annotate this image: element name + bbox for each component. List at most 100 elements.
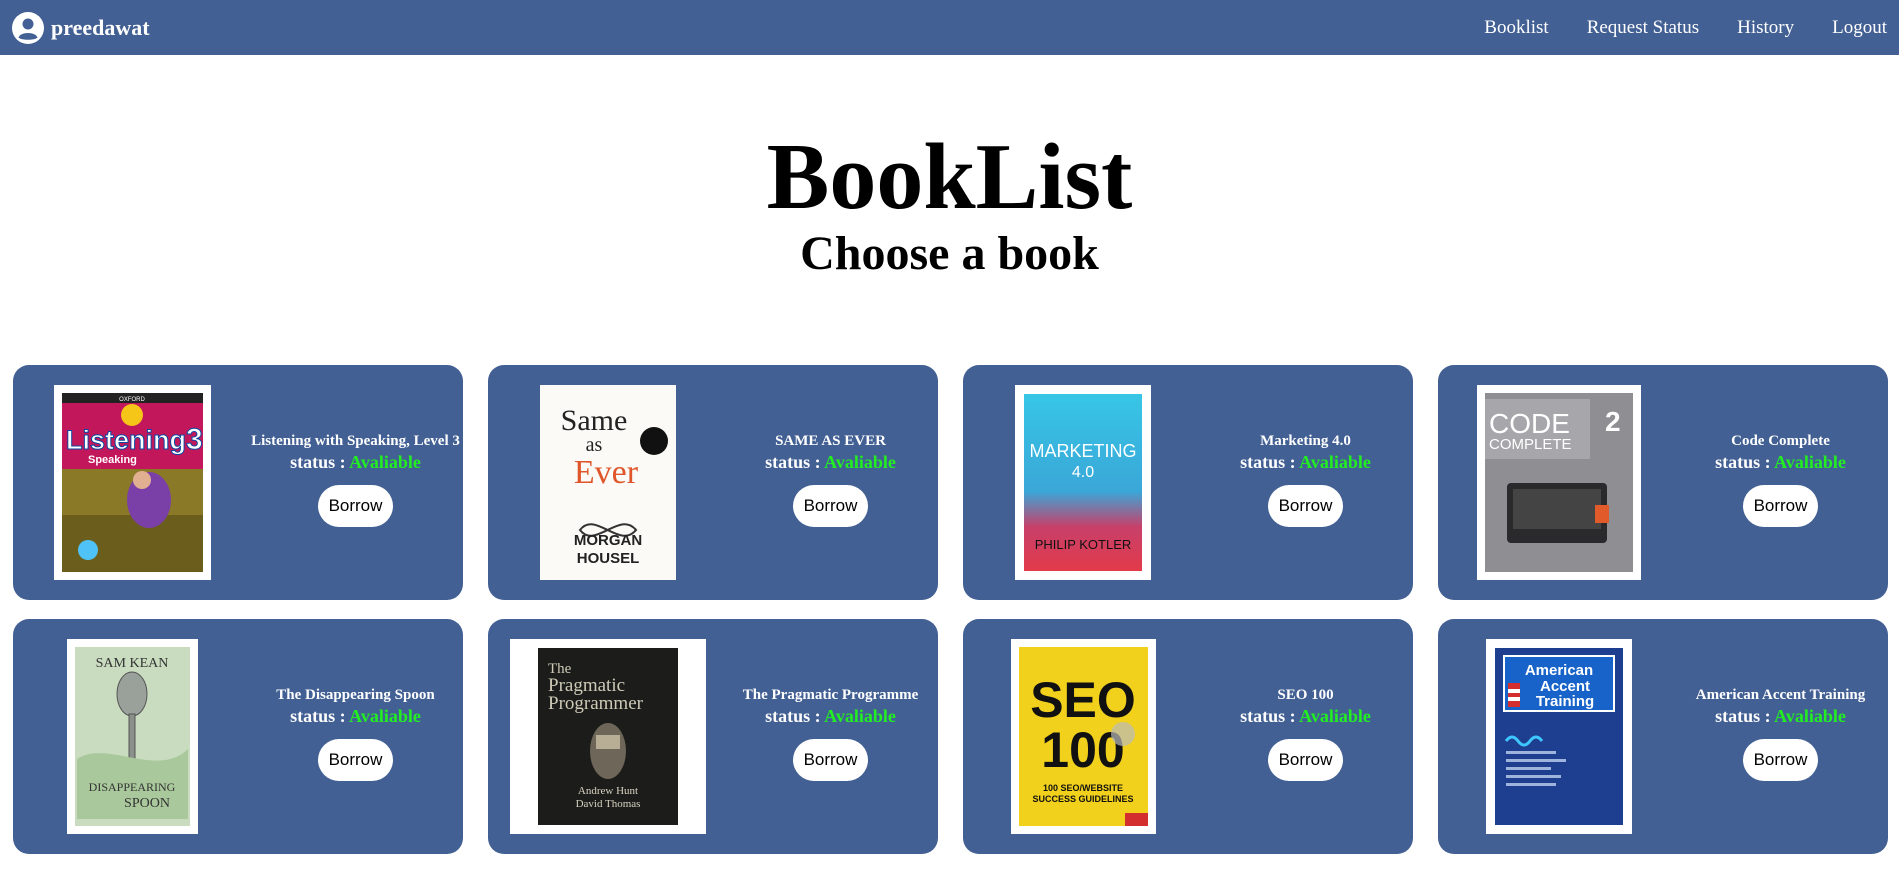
book-cover: American Accent Training xyxy=(1486,639,1632,834)
cover-text: Listening xyxy=(66,425,186,455)
cover-text: Same xyxy=(561,404,628,437)
status-value: Avaliable xyxy=(349,452,421,472)
cover-text: 3 xyxy=(186,423,203,456)
cover-text: as xyxy=(586,434,603,456)
book-status: status : Avaliable xyxy=(1658,706,1899,727)
status-label: status : xyxy=(1240,452,1296,472)
cover-text: MORGAN xyxy=(574,532,642,549)
book-card: Same as Ever MORGAN HOUSEL SAME AS EVER … xyxy=(488,365,938,600)
book-cover: SAM KEAN DISAPPEARING SPOON xyxy=(67,639,198,834)
book-card: The Pragmatic Programmer Andrew Hunt Dav… xyxy=(488,619,938,854)
cover-text: 4.0 xyxy=(1072,464,1094,481)
borrow-button[interactable]: Borrow xyxy=(792,739,869,781)
status-label: status : xyxy=(1715,706,1771,726)
borrow-button[interactable]: Borrow xyxy=(317,485,394,527)
status-value: Avaliable xyxy=(824,452,896,472)
cover-text: SEO xyxy=(1030,672,1136,728)
status-label: status : xyxy=(765,452,821,472)
book-status: status : Avaliable xyxy=(1183,706,1428,727)
book-title: The Pragmatic Programme xyxy=(742,687,919,703)
status-value: Avaliable xyxy=(349,706,421,726)
cover-text: MARKETING xyxy=(1029,441,1136,461)
book-cover: OXFORD Listening 3 Speaking xyxy=(54,385,211,580)
borrow-button[interactable]: Borrow xyxy=(1742,485,1819,527)
book-title: SAME AS EVER xyxy=(775,433,886,449)
book-info: American Accent Training status : Avalia… xyxy=(1658,619,1899,781)
nav-links: Booklist Request Status History Logout xyxy=(1484,17,1887,39)
book-title: SEO 100 xyxy=(1277,687,1334,703)
status-label: status : xyxy=(1240,706,1296,726)
status-label: status : xyxy=(290,452,346,472)
book-card: CODE COMPLETE 2 Code Complete status : A… xyxy=(1438,365,1888,600)
cover-text: 2 xyxy=(1605,406,1621,437)
book-status: status : Avaliable xyxy=(1183,452,1428,473)
book-title: The Disappearing Spoon xyxy=(276,687,435,703)
book-title: American Accent Training xyxy=(1695,687,1866,703)
book-info: Marketing 4.0 status : Avaliable Borrow xyxy=(1183,365,1428,527)
book-info: The Disappearing Spoon status : Avaliabl… xyxy=(233,619,478,781)
cover-text: COMPLETE xyxy=(1489,436,1572,453)
book-info: Listening with Speaking, Level 3 status … xyxy=(233,365,478,527)
book-status: status : Avaliable xyxy=(708,452,953,473)
cover-text: Training xyxy=(1536,693,1594,710)
nav-link-booklist[interactable]: Booklist xyxy=(1484,17,1548,39)
cover-text: PHILIP KOTLER xyxy=(1035,537,1132,552)
nav-link-request-status[interactable]: Request Status xyxy=(1587,17,1699,39)
book-title: Code Complete xyxy=(1731,433,1830,449)
borrow-button[interactable]: Borrow xyxy=(317,739,394,781)
borrow-button[interactable]: Borrow xyxy=(1267,739,1344,781)
status-label: status : xyxy=(1715,452,1771,472)
cover-text: Ever xyxy=(574,454,639,491)
cover-text: SAM KEAN xyxy=(96,656,169,671)
book-status: status : Avaliable xyxy=(233,452,478,473)
book-cover: The Pragmatic Programmer Andrew Hunt Dav… xyxy=(510,639,706,834)
cover-text: 100 SEO/WEBSITE xyxy=(1043,783,1123,793)
status-label: status : xyxy=(290,706,346,726)
cover-text: Speaking xyxy=(88,454,137,466)
cover-text: CODE xyxy=(1489,408,1570,439)
cover-text: American xyxy=(1525,662,1593,679)
book-info: The Pragmatic Programme status : Avaliab… xyxy=(708,619,953,781)
user-circle-icon xyxy=(12,11,44,44)
page-subtitle: Choose a book xyxy=(800,227,1099,280)
book-title: Marketing 4.0 xyxy=(1260,433,1351,449)
nav-link-logout[interactable]: Logout xyxy=(1832,17,1887,39)
book-status: status : Avaliable xyxy=(233,706,478,727)
book-card: MARKETING 4.0 PHILIP KOTLER Marketing 4.… xyxy=(963,365,1413,600)
username-label: preedawat xyxy=(51,14,150,40)
cover-text: SUCCESS GUIDELINES xyxy=(1032,794,1133,804)
top-navbar: preedawat Booklist Request Status Histor… xyxy=(0,0,1899,55)
cover-text: DISAPPEARING xyxy=(89,780,176,794)
book-info: SEO 100 status : Avaliable Borrow xyxy=(1183,619,1428,781)
borrow-button[interactable]: Borrow xyxy=(1742,739,1819,781)
cover-text: Andrew Hunt xyxy=(578,785,638,797)
book-card: American Accent Training American Accent… xyxy=(1438,619,1888,854)
book-title: Listening with Speaking, Level 3 xyxy=(251,433,460,449)
book-card: SAM KEAN DISAPPEARING SPOON The Disappea… xyxy=(13,619,463,854)
status-value: Avaliable xyxy=(1774,706,1846,726)
borrow-button[interactable]: Borrow xyxy=(1267,485,1344,527)
status-value: Avaliable xyxy=(824,706,896,726)
status-value: Avaliable xyxy=(1299,706,1371,726)
nav-link-history[interactable]: History xyxy=(1737,17,1794,39)
status-value: Avaliable xyxy=(1774,452,1846,472)
book-info: Code Complete status : Avaliable Borrow xyxy=(1658,365,1899,527)
cover-text: SPOON xyxy=(124,796,170,811)
cover-text: David Thomas xyxy=(576,798,641,810)
borrow-button[interactable]: Borrow xyxy=(792,485,869,527)
book-card: SEO 100 100 SEO/WEBSITE SUCCESS GUIDELIN… xyxy=(963,619,1413,854)
cover-text: HOUSEL xyxy=(577,550,640,567)
cover-text: Programmer xyxy=(548,693,644,714)
book-cover: Same as Ever MORGAN HOUSEL xyxy=(540,385,676,580)
book-info: SAME AS EVER status : Avaliable Borrow xyxy=(708,365,953,527)
book-cover: CODE COMPLETE 2 xyxy=(1477,385,1641,580)
status-value: Avaliable xyxy=(1299,452,1371,472)
user-profile-link[interactable]: preedawat xyxy=(12,11,150,44)
book-cover: SEO 100 100 SEO/WEBSITE SUCCESS GUIDELIN… xyxy=(1011,639,1156,834)
cover-text: OXFORD xyxy=(119,397,145,403)
status-label: status : xyxy=(765,706,821,726)
book-status: status : Avaliable xyxy=(708,706,953,727)
book-status: status : Avaliable xyxy=(1658,452,1899,473)
page-title: BookList xyxy=(766,125,1133,229)
book-cover: MARKETING 4.0 PHILIP KOTLER xyxy=(1015,385,1151,580)
